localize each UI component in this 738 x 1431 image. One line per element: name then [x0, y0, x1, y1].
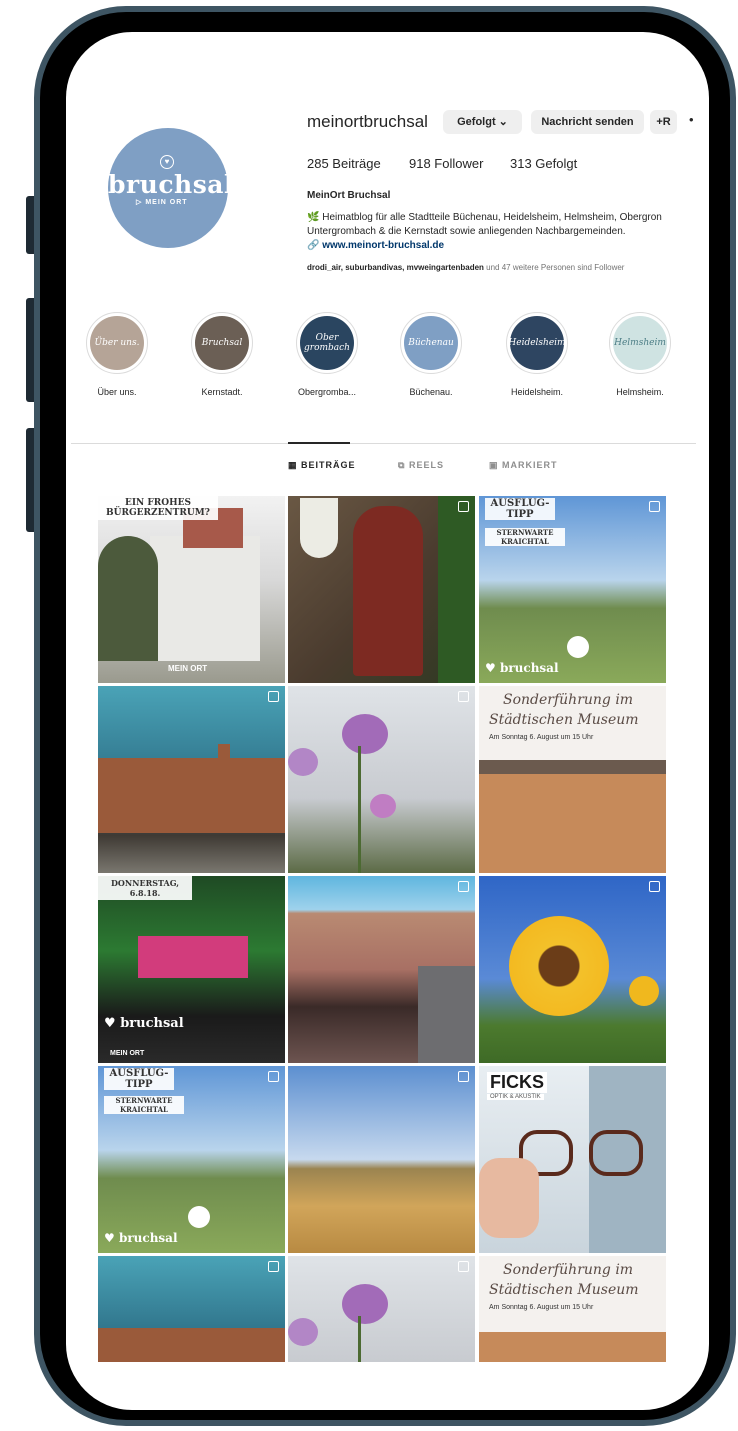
reel-icon — [458, 1261, 469, 1272]
followers-count[interactable]: 918 Follower — [409, 156, 483, 171]
post-caption: EIN FROHES BÜRGERZENTRUM? — [98, 496, 218, 520]
highlight-cover: Bruchsal — [195, 316, 249, 370]
following-count[interactable]: 313 Gefolgt — [510, 156, 577, 171]
add-person-icon: +R — [656, 116, 671, 128]
story-highlight-heidelsheim[interactable]: Heidelsheim — [506, 312, 568, 374]
post-tile-5[interactable] — [288, 686, 475, 873]
post-tile-4[interactable] — [98, 686, 285, 873]
more-options-icon[interactable]: • — [689, 112, 694, 127]
highlight-label: Obergromba... — [297, 387, 357, 397]
post-tile-13[interactable] — [98, 1256, 285, 1362]
profile-link[interactable]: 🔗 www.meinort-bruchsal.de — [307, 240, 444, 251]
heart-icon: ♥ — [104, 1016, 116, 1031]
story-highlight-kernstadt[interactable]: Bruchsal — [191, 312, 253, 374]
suggest-accounts-button[interactable]: +R — [650, 110, 677, 134]
link-icon: 🔗 — [307, 240, 320, 251]
profile-username: meinortbruchsal — [307, 112, 428, 131]
tab-reels[interactable]: ⧉ REELS — [398, 460, 444, 471]
post-tile-3[interactable]: AUSFLUG-TIPP STERNWARTE KRAICHTAL ♥ bruc… — [479, 496, 666, 683]
post-caption: AUSFLUG-TIPP — [485, 498, 555, 520]
highlight-cover: Heidelsheim — [508, 316, 566, 370]
message-button[interactable]: Nachricht senden — [531, 110, 644, 134]
tab-tagged[interactable]: ▣ MARKIERT — [489, 460, 558, 471]
multi-post-icon — [458, 881, 469, 892]
profile-bio-line-1: 🌿 Heimatblog für alle Stadtteile Büchena… — [307, 212, 662, 223]
post-tile-8[interactable] — [288, 876, 475, 1063]
highlight-label: Über uns. — [97, 387, 137, 397]
following-button[interactable]: Gefolgt ⌄ — [443, 110, 522, 134]
profile-display-name: MeinOrt Bruchsal — [307, 190, 391, 201]
profile-bio-line-2: Untergrombach & die Kernstadt sowie anli… — [307, 226, 626, 237]
ad-brand-sub: OPTIK & AKUSTIK — [487, 1094, 544, 1100]
heart-icon: ♥ — [485, 661, 496, 675]
multi-post-icon — [268, 691, 279, 702]
multi-post-icon — [268, 1071, 279, 1082]
multi-post-icon — [649, 881, 660, 892]
tab-posts[interactable]: ▦ BEITRÄGE — [288, 460, 356, 471]
post-badge: MEIN ORT — [110, 1050, 145, 1057]
highlight-cover: Ober grombach — [300, 316, 354, 370]
multi-post-icon — [458, 501, 469, 512]
post-tile-12[interactable]: FICKS OPTIK & AKUSTIK — [479, 1066, 666, 1253]
post-tile-14[interactable] — [288, 1256, 475, 1362]
post-tile-6[interactable]: Sonderführung im Städtischen Museum Am S… — [479, 686, 666, 873]
highlight-label: Kernstadt. — [201, 387, 243, 397]
highlight-label: Helmsheim. — [616, 387, 664, 397]
highlight-label: Büchenau. — [409, 387, 453, 397]
story-highlight-obergrombach[interactable]: Ober grombach — [296, 312, 358, 374]
post-caption: STERNWARTE KRAICHTAL — [485, 528, 565, 546]
post-subtitle: Am Sonntag 6. August um 15 Uhr — [489, 1304, 594, 1311]
highlight-label: Heidelsheim. — [510, 387, 564, 397]
heart-icon: ♥ — [104, 1231, 115, 1245]
profile-avatar[interactable]: ♥ bruchsal ▷ MEIN ORT — [108, 128, 234, 248]
ad-brand: FICKS — [487, 1072, 547, 1093]
post-title: Sonderführung im — [503, 692, 634, 708]
post-tile-9[interactable] — [479, 876, 666, 1063]
heart-icon: ♥ — [160, 155, 174, 169]
post-title: Städtischen Museum — [489, 1282, 639, 1298]
chevron-down-icon: ⌄ — [498, 116, 508, 128]
post-watermark: ♥ bruchsal — [104, 1016, 184, 1031]
instagram-profile-screen: ♥ bruchsal ▷ MEIN ORT meinortbruchsal Ge… — [66, 32, 709, 1410]
post-tile-7[interactable]: DONNERSTAG, 6.8.18. ♥ bruchsal MEIN ORT — [98, 876, 285, 1063]
highlight-cover: Helmsheim — [613, 316, 667, 370]
posts-count: 285 Beiträge — [307, 156, 381, 171]
post-tile-11[interactable] — [288, 1066, 475, 1253]
highlight-cover: Über uns. — [90, 316, 144, 370]
story-highlight-uber-uns[interactable]: Über uns. — [86, 312, 148, 374]
post-subtitle: Am Sonntag 6. August um 15 Uhr — [489, 734, 594, 741]
post-caption: STERNWARTE KRAICHTAL — [104, 1096, 184, 1114]
post-title: Städtischen Museum — [489, 712, 639, 728]
post-tile-1[interactable]: EIN FROHES BÜRGERZENTRUM? MEIN ORT — [98, 496, 285, 683]
post-title: Sonderführung im — [503, 1262, 634, 1278]
post-tile-10[interactable]: AUSFLUG-TIPP STERNWARTE KRAICHTAL ♥ bruc… — [98, 1066, 285, 1253]
post-caption: AUSFLUG-TIPP — [104, 1068, 174, 1090]
highlight-cover: Büchenau — [404, 316, 458, 370]
post-badge: MEIN ORT — [168, 664, 208, 673]
followed-by[interactable]: drodi_air, suburbandivas, mvweingartenba… — [307, 263, 624, 272]
tagged-icon: ▣ — [489, 460, 499, 470]
post-caption: DONNERSTAG, 6.8.18. — [98, 876, 192, 900]
post-watermark: ♥ bruchsal — [104, 1231, 178, 1245]
reel-icon — [458, 691, 469, 702]
post-tile-2[interactable] — [288, 496, 475, 683]
post-tile-15[interactable]: Sonderführung im Städtischen Museum Am S… — [479, 1256, 666, 1362]
multi-post-icon — [649, 501, 660, 512]
story-highlight-helmsheim[interactable]: Helmsheim — [609, 312, 671, 374]
avatar-logo-word: bruchsal — [108, 170, 234, 199]
active-tab-indicator — [288, 442, 350, 444]
multi-post-icon — [268, 1261, 279, 1272]
story-highlight-buchenau[interactable]: Büchenau — [400, 312, 462, 374]
avatar-logo-sub: ▷ MEIN ORT — [136, 199, 188, 206]
grid-icon: ▦ — [288, 460, 298, 470]
reels-icon: ⧉ — [398, 460, 406, 470]
tabs-divider — [71, 443, 696, 444]
post-watermark: ♥ bruchsal — [485, 661, 559, 675]
multi-post-icon — [458, 1071, 469, 1082]
